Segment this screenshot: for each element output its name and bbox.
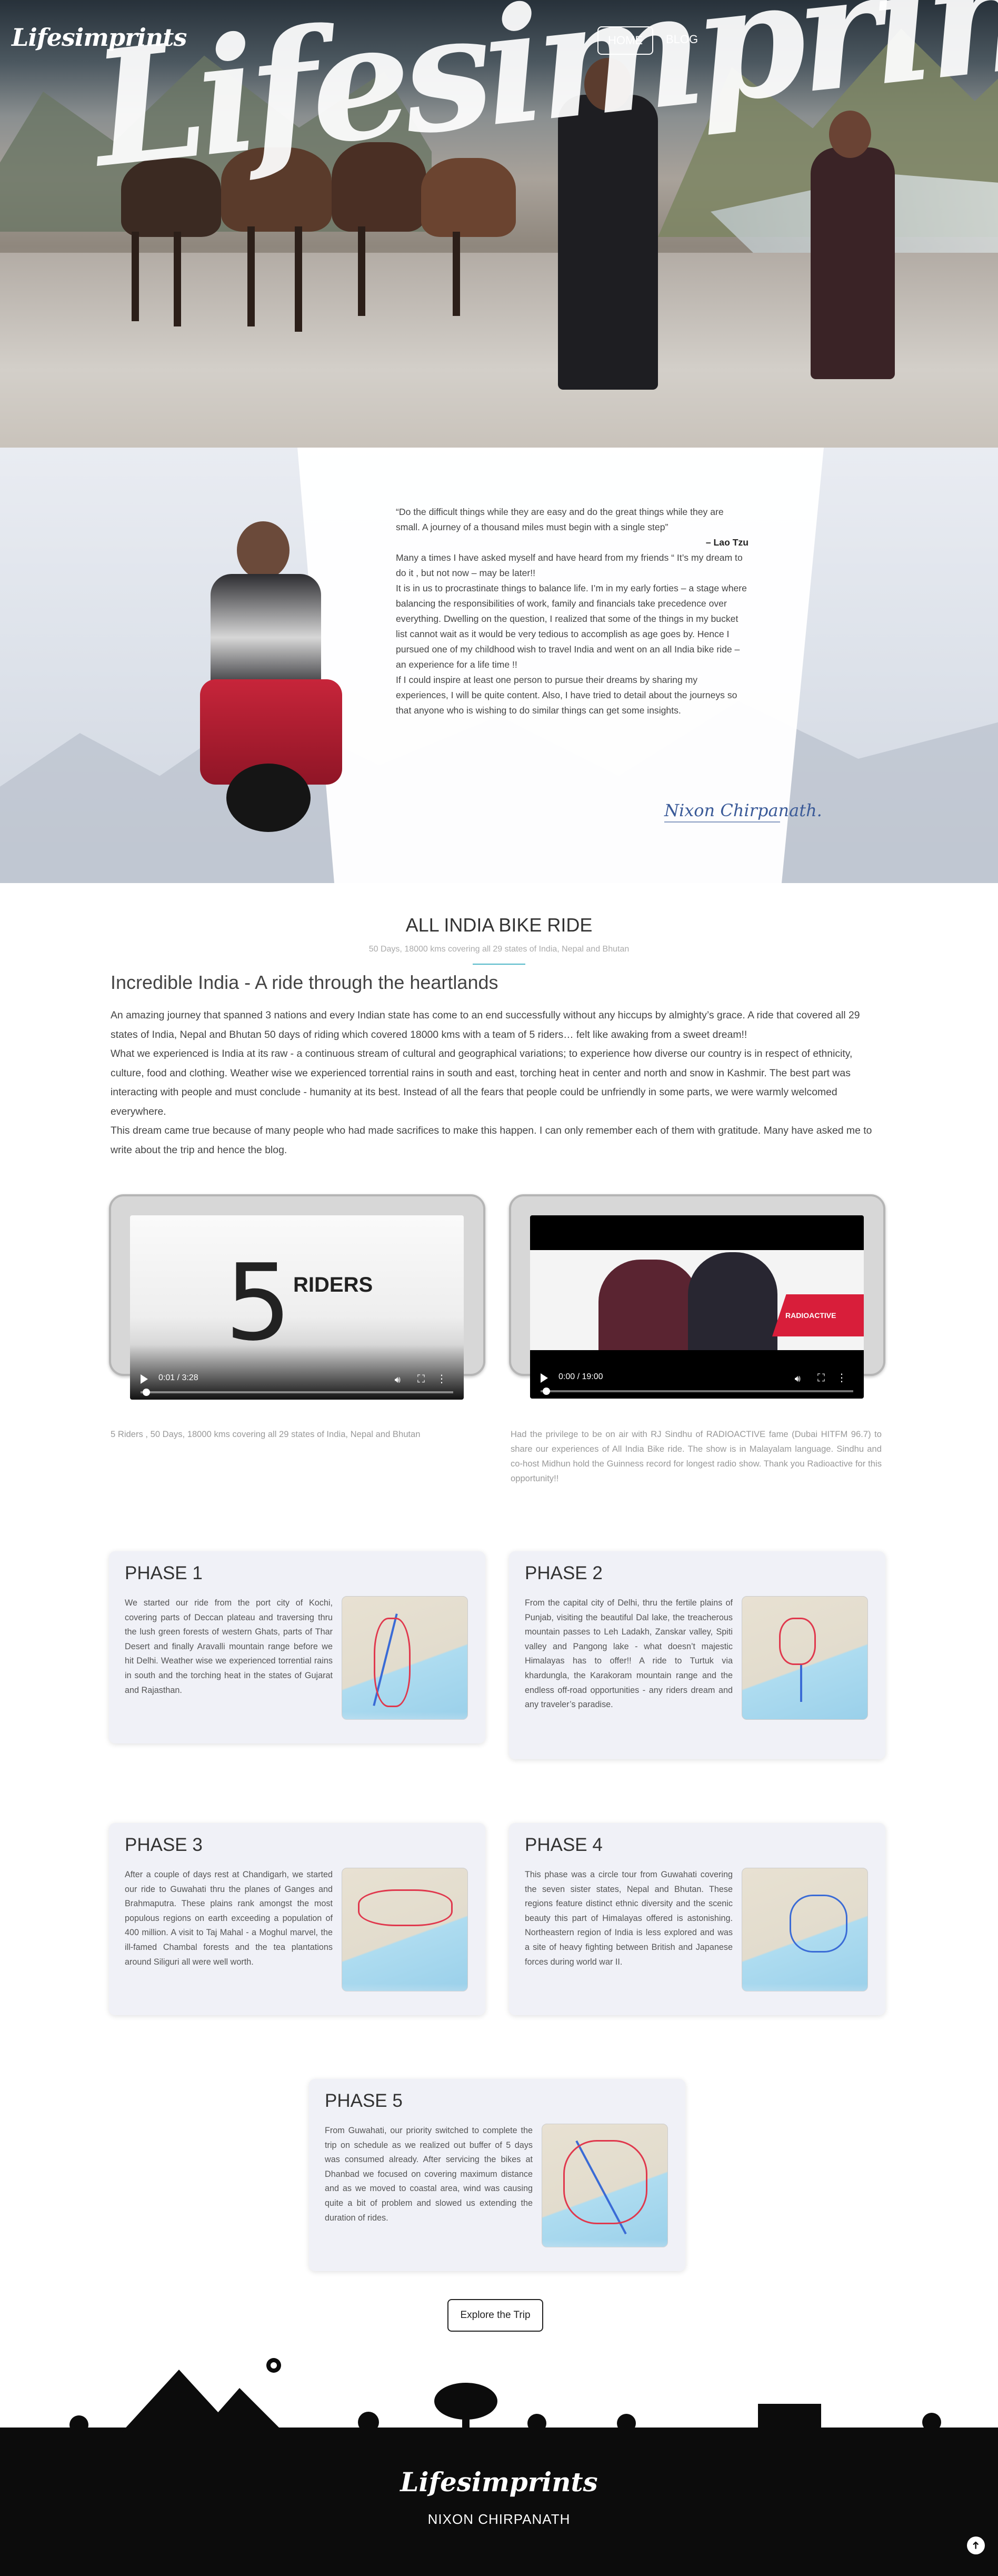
video-screen[interactable]: 5 RIDERS 0:01 / 3:28 🔊︎ ⛶ ⋮ [130,1215,464,1400]
volume-icon[interactable]: 🔊︎ [795,1373,801,1384]
video-progress-knob[interactable] [143,1389,150,1396]
phase-card-5[interactable]: PHASE 5 From Guwahati, our priority swit… [309,2079,685,2271]
phase-map[interactable] [742,1596,868,1720]
phase-map[interactable] [742,1868,868,1992]
intro-para-1: Many a times I have asked myself and hav… [396,552,743,578]
route-outline [790,1895,847,1953]
bike-wheel [226,764,311,832]
play-icon[interactable] [141,1374,148,1384]
phase-map[interactable] [342,1868,468,1992]
play-icon[interactable] [541,1373,548,1383]
scroll-to-top-button[interactable]: ➜ [967,2537,985,2554]
video-time: 0:00 / 19:00 [558,1372,603,1381]
phase-card-4[interactable]: PHASE 4 This phase was a circle tour fro… [509,1823,885,2015]
woman-figure [811,147,895,379]
card-fade [509,1984,885,2015]
route-outline [779,1618,816,1665]
phase-card-2[interactable]: PHASE 2 From the capital city of Delhi, … [509,1551,885,1759]
hero-banner: Lifesimprints Lifesimprints HOME BLOG [0,0,998,448]
video-screen[interactable]: RADIOACTIVE 0:00 / 19:00 🔊︎ ⛶ ⋮ [530,1215,864,1399]
story-text: An amazing journey that spanned 3 nation… [111,1006,882,1160]
phase-text: From the capital city of Delhi, thru the… [525,1598,733,1710]
rider-body [211,574,321,690]
video-caption: Had the privilege to be on air with RJ S… [511,1429,882,1483]
story-para: What we experienced is India at its raw … [111,1048,853,1117]
signature: Nixon Chirpanath. [664,800,822,820]
phase-card-3[interactable]: PHASE 3 After a couple of days rest at C… [109,1823,485,2015]
more-options-icon[interactable]: ⋮ [836,1371,847,1384]
video-controls: 0:01 / 3:28 🔊︎ ⛶ ⋮ [130,1368,464,1400]
footer-author-name: NIXON CHIRPANATH [427,2511,571,2527]
video-caption: 5 Riders , 50 Days, 18000 kms covering a… [111,1429,421,1439]
phase-title: PHASE 1 [125,1563,203,1583]
volume-icon[interactable]: 🔊︎ [395,1374,401,1385]
video-progress-track[interactable] [541,1390,853,1392]
card-fade [509,1728,885,1759]
arrow-up-icon: ➜ [970,2541,982,2550]
fullscreen-icon[interactable]: ⛶ [417,1373,425,1385]
more-options-icon[interactable]: ⋮ [436,1372,447,1385]
nav-home[interactable]: HOME [597,26,653,55]
host-woman [688,1252,777,1350]
horse [421,158,516,237]
lead-title: Incredible India - A ride through the he… [111,972,498,993]
lao-tzu-quote: “Do the difficult things while they are … [396,507,724,532]
card-fade [109,1984,485,2015]
video-progress-knob[interactable] [543,1388,550,1395]
intro-para-3: If I could inspire at least one person t… [396,675,737,716]
rider-head [237,521,290,579]
phase-text: We started our ride from the port city o… [125,1598,333,1695]
phase-title: PHASE 4 [525,1835,603,1855]
horse-leg [358,226,365,316]
intro-para-2: It is in us to procrastinate things to b… [396,583,747,670]
nav-blog[interactable]: BLOG [656,26,707,55]
section-underline [473,964,525,965]
section-subtitle: 50 Days, 18000 kms covering all 29 state… [368,945,630,954]
video-riders[interactable]: 5 RIDERS 0:01 / 3:28 🔊︎ ⛶ ⋮ [109,1194,485,1400]
phase-text: This phase was a circle tour from Guwaha… [525,1870,733,1967]
footer-logo[interactable]: Lifesimprints [0,2466,998,2498]
card-fade [309,2240,685,2271]
video-radioactive[interactable]: RADIOACTIVE 0:00 / 19:00 🔊︎ ⛶ ⋮ [509,1194,885,1399]
rider-on-bike-photo [168,521,363,832]
phase-title: PHASE 2 [525,1563,603,1583]
explore-trip-button[interactable]: Explore the Trip [447,2299,543,2332]
horse-leg [295,226,302,332]
video-controls: 0:00 / 19:00 🔊︎ ⛶ ⋮ [530,1367,864,1399]
card-fade [109,1712,485,1743]
phase-text: After a couple of days rest at Chandigar… [125,1870,333,1967]
horse-leg [174,232,181,326]
horse-leg [453,232,460,316]
video-progress-track[interactable] [141,1391,453,1393]
section-title: ALL INDIA BIKE RIDE [405,914,593,936]
phase-title: PHASE 5 [325,2090,403,2111]
video-overlay-number: 5 [225,1242,292,1364]
intro-text: “Do the difficult things while they are … [396,504,748,718]
route-outline [563,2140,647,2224]
radioactive-label: RADIOACTIVE [785,1311,836,1320]
footer: Lifesimprints NIXON CHIRPANATH [0,2440,998,2576]
horse-leg [132,232,139,321]
phase-map[interactable] [542,2124,668,2247]
site-logo[interactable]: Lifesimprints [12,23,187,52]
signature-underline [664,821,780,823]
video-time: 0:01 / 3:28 [158,1373,198,1382]
route-line [800,1665,802,1702]
story-para: This dream came true because of many peo… [111,1125,872,1156]
phase-card-1[interactable]: PHASE 1 We started our ride from the por… [109,1551,485,1743]
journey-silhouette [0,2358,998,2443]
host-man [598,1260,698,1350]
intro-section: “Do the difficult things while they are … [0,448,998,883]
phase-map[interactable] [342,1596,468,1720]
video-overlay-text: RIDERS [293,1273,373,1296]
horse-leg [247,226,255,326]
route-outline [374,1618,411,1707]
route-outline [358,1889,453,1926]
phase-text: From Guwahati, our priority switched to … [325,2126,533,2223]
phase-title: PHASE 3 [125,1835,203,1855]
main-nav: HOME BLOG [597,26,707,55]
story-para: An amazing journey that spanned 3 nation… [111,1009,860,1041]
fullscreen-icon[interactable]: ⛶ [817,1372,825,1384]
quote-author: – Lao Tzu [705,537,748,548]
